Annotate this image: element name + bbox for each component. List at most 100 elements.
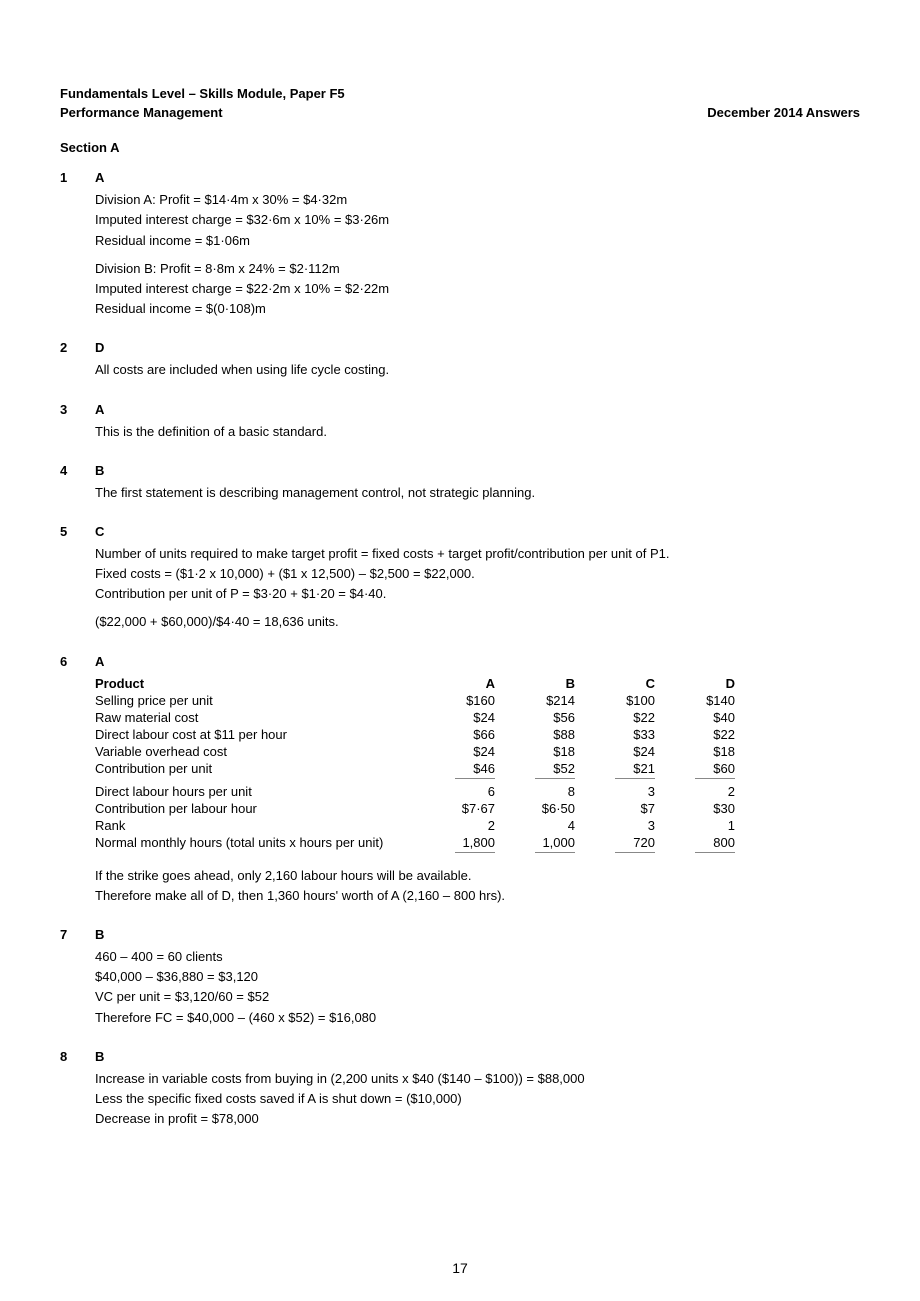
col-b: B: [495, 675, 575, 692]
cell: $100: [575, 692, 655, 709]
page-header: Fundamentals Level – Skills Module, Pape…: [60, 85, 860, 120]
cell: $66: [415, 726, 495, 743]
cell: $60: [655, 760, 735, 777]
text: Contribution per unit of P = $3·20 + $1·…: [95, 585, 860, 603]
section-a-title: Section A: [60, 140, 860, 155]
header-line2: Performance Management December 2014 Ans…: [60, 105, 860, 120]
table-row: Contribution per unit$46$52$21$60: [95, 760, 735, 777]
cell: 800: [655, 834, 735, 851]
cell: 2: [415, 817, 495, 834]
page-number: 17: [0, 1260, 920, 1276]
cell: $7·67: [415, 800, 495, 817]
table-row: Normal monthly hours (total units x hour…: [95, 834, 735, 851]
question-number: 4: [60, 463, 95, 504]
question-3: 3 A This is the definition of a basic st…: [60, 402, 860, 443]
question-body: A This is the definition of a basic stan…: [95, 402, 860, 443]
question-number: 1: [60, 170, 95, 320]
question-number: 7: [60, 927, 95, 1029]
text: Residual income = $(0·108)m: [95, 300, 860, 318]
col-a: A: [415, 675, 495, 692]
table-row: Rank2431: [95, 817, 735, 834]
text: 460 – 400 = 60 clients: [95, 948, 860, 966]
text: Division B: Profit = 8·8m x 24% = $2·112…: [95, 260, 860, 278]
question-body: A Division A: Profit = $14·4m x 30% = $4…: [95, 170, 860, 320]
text: If the strike goes ahead, only 2,160 lab…: [95, 867, 860, 885]
cell: 8: [495, 783, 575, 800]
cell: $140: [655, 692, 735, 709]
cell: Variable overhead cost: [95, 743, 415, 760]
text: VC per unit = $3,120/60 = $52: [95, 988, 860, 1006]
question-number: 3: [60, 402, 95, 443]
cell: $18: [495, 743, 575, 760]
text: Division A: Profit = $14·4m x 30% = $4·3…: [95, 191, 860, 209]
cell: 720: [575, 834, 655, 851]
cell: $33: [575, 726, 655, 743]
cell: Rank: [95, 817, 415, 834]
question-body: C Number of units required to make targe…: [95, 524, 860, 634]
answer-letter: A: [95, 402, 860, 417]
answer-letter: D: [95, 340, 860, 355]
question-number: 8: [60, 1049, 95, 1131]
cell: Contribution per unit: [95, 760, 415, 777]
question-number: 6: [60, 654, 95, 907]
table-row: Contribution per labour hour$7·67$6·50$7…: [95, 800, 735, 817]
cell: 1: [655, 817, 735, 834]
table-row: Direct labour hours per unit6832: [95, 783, 735, 800]
page: Fundamentals Level – Skills Module, Pape…: [0, 0, 920, 1301]
text: Fixed costs = ($1·2 x 10,000) + ($1 x 12…: [95, 565, 860, 583]
table-row: Selling price per unit$160$214$100$140: [95, 692, 735, 709]
text: $40,000 – $36,880 = $3,120: [95, 968, 860, 986]
question-1: 1 A Division A: Profit = $14·4m x 30% = …: [60, 170, 860, 320]
cell: $214: [495, 692, 575, 709]
question-7: 7 B 460 – 400 = 60 clients $40,000 – $36…: [60, 927, 860, 1029]
cell: $56: [495, 709, 575, 726]
cell: 3: [575, 817, 655, 834]
cell: Contribution per labour hour: [95, 800, 415, 817]
cell: $160: [415, 692, 495, 709]
header-line1: Fundamentals Level – Skills Module, Pape…: [60, 85, 860, 103]
cell: $40: [655, 709, 735, 726]
question-body: D All costs are included when using life…: [95, 340, 860, 381]
text: The first statement is describing manage…: [95, 484, 860, 502]
product-table: Product A B C D Selling price per unit$1…: [95, 675, 735, 857]
cell: Direct labour hours per unit: [95, 783, 415, 800]
text: Increase in variable costs from buying i…: [95, 1070, 860, 1088]
text: All costs are included when using life c…: [95, 361, 860, 379]
answer-letter: B: [95, 463, 860, 478]
question-number: 2: [60, 340, 95, 381]
cell: $24: [415, 709, 495, 726]
answer-letter: B: [95, 927, 860, 942]
cell: 2: [655, 783, 735, 800]
table-header-row: Product A B C D: [95, 675, 735, 692]
cell: $7: [575, 800, 655, 817]
cell: $24: [415, 743, 495, 760]
table-row: Raw material cost$24$56$22$40: [95, 709, 735, 726]
cell: Selling price per unit: [95, 692, 415, 709]
answer-letter: B: [95, 1049, 860, 1064]
cell: 1,000: [495, 834, 575, 851]
question-body: B Increase in variable costs from buying…: [95, 1049, 860, 1131]
question-4: 4 B The first statement is describing ma…: [60, 463, 860, 504]
cell: $88: [495, 726, 575, 743]
cell: Normal monthly hours (total units x hour…: [95, 834, 415, 851]
cell: $22: [575, 709, 655, 726]
text: Less the specific fixed costs saved if A…: [95, 1090, 860, 1108]
text: Therefore FC = $40,000 – (460 x $52) = $…: [95, 1009, 860, 1027]
text: This is the definition of a basic standa…: [95, 423, 860, 441]
question-2: 2 D All costs are included when using li…: [60, 340, 860, 381]
col-d: D: [655, 675, 735, 692]
cell: 4: [495, 817, 575, 834]
text: Number of units required to make target …: [95, 545, 860, 563]
header-date: December 2014 Answers: [707, 105, 860, 120]
table-row: Direct labour cost at $11 per hour$66$88…: [95, 726, 735, 743]
question-8: 8 B Increase in variable costs from buyi…: [60, 1049, 860, 1131]
text: Decrease in profit = $78,000: [95, 1110, 860, 1128]
cell: Raw material cost: [95, 709, 415, 726]
answer-letter: A: [95, 654, 860, 669]
question-body: A Product A B C D Selling price per unit…: [95, 654, 860, 907]
question-number: 5: [60, 524, 95, 634]
cell: $21: [575, 760, 655, 777]
col-product: Product: [95, 675, 415, 692]
question-body: B 460 – 400 = 60 clients $40,000 – $36,8…: [95, 927, 860, 1029]
question-5: 5 C Number of units required to make tar…: [60, 524, 860, 634]
